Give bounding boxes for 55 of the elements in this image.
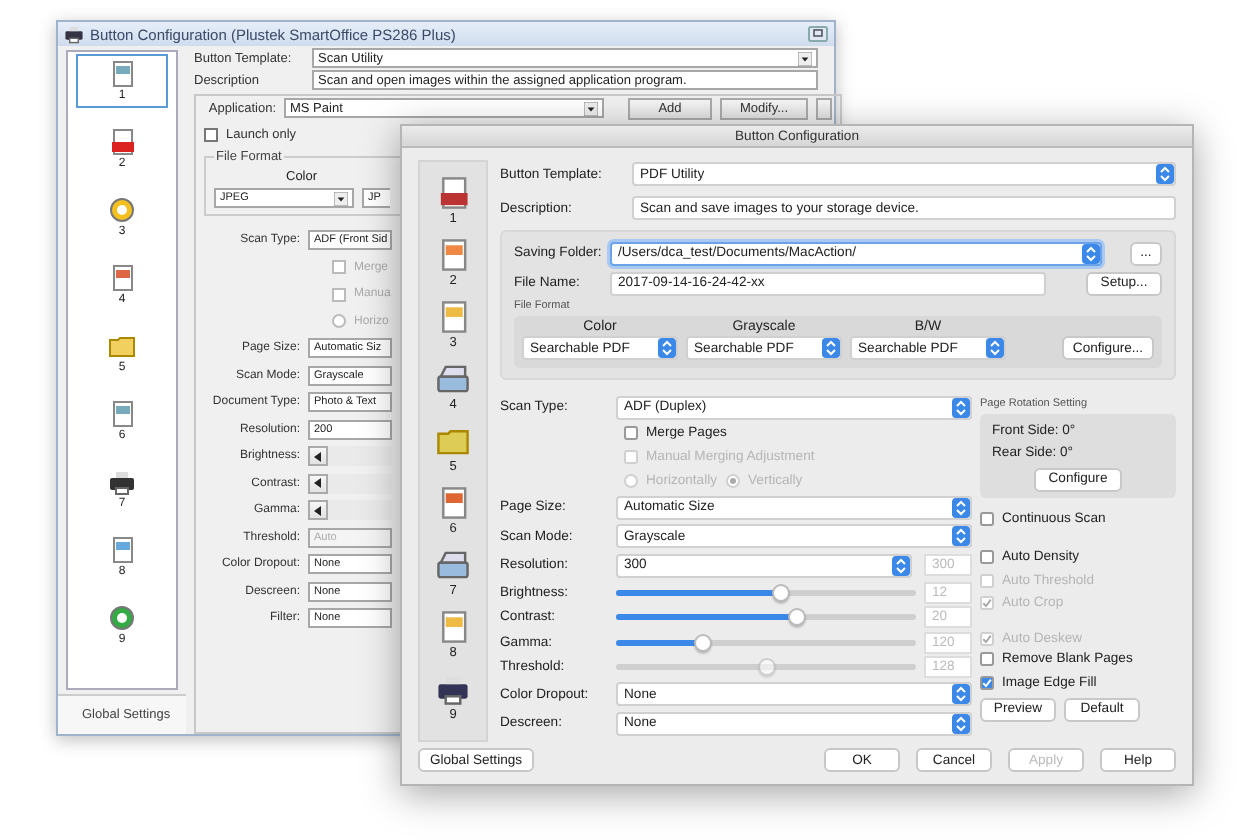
chevron-icon — [952, 713, 970, 733]
disc-icon — [108, 604, 136, 632]
left-arrow-icon — [314, 505, 322, 515]
chevron-icon — [892, 555, 910, 575]
left-arrow-icon — [314, 478, 322, 488]
slider[interactable] — [616, 614, 916, 620]
checkbox[interactable] — [980, 675, 994, 689]
checkbox[interactable] — [980, 652, 994, 666]
slider-track[interactable] — [308, 473, 392, 493]
slider[interactable] — [616, 639, 916, 645]
checkbox[interactable] — [624, 426, 638, 440]
document-icon — [436, 300, 470, 334]
scroll-arrow-button[interactable] — [308, 446, 328, 466]
chevron-icon — [822, 338, 840, 358]
chevron-icon — [952, 684, 970, 704]
chevron-icon — [986, 338, 1004, 358]
document-icon — [108, 128, 136, 156]
folder-icon — [436, 424, 470, 458]
slider-track[interactable] — [308, 500, 392, 520]
chevron-icon — [658, 338, 676, 358]
checkbox[interactable] — [980, 512, 994, 526]
left-arrow-icon — [314, 451, 322, 461]
scanner-icon — [436, 548, 470, 582]
chevron-icon — [952, 526, 970, 546]
slider-thumb[interactable] — [772, 583, 790, 601]
slider-thumb[interactable] — [694, 633, 712, 651]
small-button[interactable] — [816, 97, 832, 119]
scanner-icon — [436, 362, 470, 396]
window-button-icon[interactable] — [808, 26, 828, 42]
slider[interactable] — [616, 589, 916, 595]
document-icon — [436, 176, 470, 210]
dropdown-arrow-icon — [798, 51, 812, 65]
chevron-icon — [952, 497, 970, 517]
scroll-arrow-button[interactable] — [308, 473, 328, 493]
checkbox[interactable] — [980, 550, 994, 564]
document-icon — [108, 60, 136, 88]
printer-icon — [108, 468, 136, 496]
document-icon — [108, 536, 136, 564]
chevron-icon — [1082, 243, 1100, 263]
printer-icon — [64, 24, 84, 44]
document-icon — [108, 400, 136, 428]
scroll-arrow-button[interactable] — [308, 500, 328, 520]
chevron-icon — [1156, 164, 1174, 184]
slider-thumb[interactable] — [787, 608, 805, 626]
document-icon — [436, 610, 470, 644]
disc-icon — [108, 196, 136, 224]
document-icon — [108, 264, 136, 292]
document-icon — [436, 486, 470, 520]
dropdown-arrow-icon — [334, 191, 348, 205]
dropdown-arrow-icon — [584, 101, 598, 115]
folder-icon — [108, 332, 136, 360]
slider-track[interactable] — [308, 446, 392, 466]
checkbox[interactable] — [204, 127, 218, 141]
document-icon — [436, 238, 470, 272]
chevron-icon — [952, 397, 970, 417]
